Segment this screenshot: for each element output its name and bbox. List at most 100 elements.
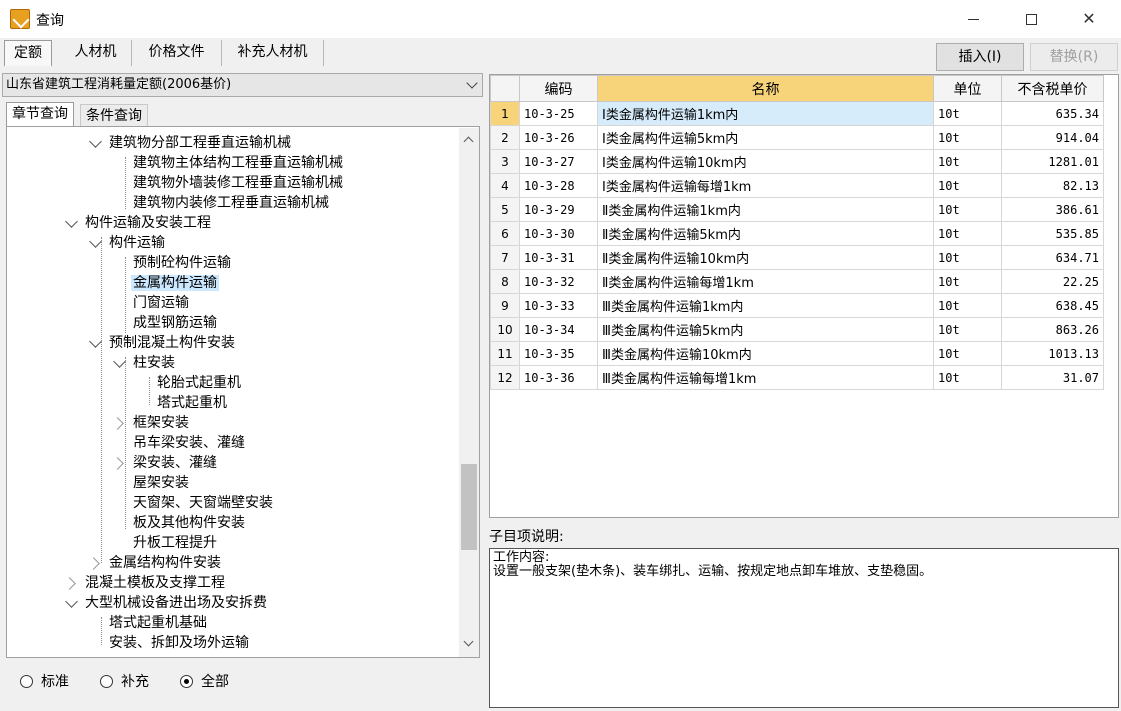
- tree-item-selected[interactable]: 金属构件运输: [131, 273, 219, 293]
- replace-button[interactable]: 替换(R): [1030, 43, 1118, 71]
- cell-name[interactable]: Ⅰ类金属构件运输1km内: [597, 101, 934, 126]
- cell-unit[interactable]: 10t: [933, 269, 1002, 294]
- tree-item[interactable]: 梁安装、灌缝: [111, 453, 219, 473]
- chevron-down-icon[interactable]: [65, 595, 78, 608]
- chevron-right-icon[interactable]: [63, 577, 76, 590]
- cell-name[interactable]: Ⅱ类金属构件运输10km内: [597, 245, 934, 270]
- cell-code[interactable]: 10-3-30: [519, 221, 598, 246]
- cell-price[interactable]: 1281.01: [1001, 149, 1104, 174]
- table-row[interactable]: 5 10-3-29 Ⅱ类金属构件运输1km内 10t 386.61: [490, 197, 1104, 222]
- row-number[interactable]: 12: [490, 365, 520, 390]
- tree-scrollbar[interactable]: [459, 128, 479, 657]
- tree-item[interactable]: 构件运输: [89, 233, 167, 253]
- table-row[interactable]: 8 10-3-32 Ⅱ类金属构件运输每增1km 10t 22.25: [490, 269, 1104, 294]
- cell-price[interactable]: 635.34: [1001, 101, 1104, 126]
- cell-unit[interactable]: 10t: [933, 173, 1002, 198]
- tree-item[interactable]: 塔式起重机: [155, 393, 229, 413]
- cell-unit[interactable]: 10t: [933, 341, 1002, 366]
- description-textarea[interactable]: 工作内容: 设置一般支架(垫木条)、装车绑扎、运输、按规定地点卸车堆放、支垫稳固…: [489, 548, 1119, 708]
- tree-item[interactable]: 安装、拆卸及场外运输: [107, 633, 251, 653]
- tree-item[interactable]: 建筑物内装修工程垂直运输机械: [131, 193, 331, 213]
- cell-code[interactable]: 10-3-36: [519, 365, 598, 390]
- cell-code[interactable]: 10-3-35: [519, 341, 598, 366]
- cell-unit[interactable]: 10t: [933, 221, 1002, 246]
- tree-item[interactable]: 吊车梁安装、灌缝: [131, 433, 247, 453]
- tree-item[interactable]: 混凝土模板及支撑工程: [63, 573, 227, 593]
- maximize-button[interactable]: [1008, 0, 1054, 38]
- tree-item[interactable]: 塔式起重机基础: [107, 613, 209, 633]
- tree-item[interactable]: 门窗运输: [131, 293, 191, 313]
- insert-button[interactable]: 插入(I): [936, 43, 1024, 71]
- row-number[interactable]: 9: [490, 293, 520, 318]
- cell-unit[interactable]: 10t: [933, 149, 1002, 174]
- tab-price-file[interactable]: 价格文件: [132, 40, 222, 66]
- cell-code[interactable]: 10-3-33: [519, 293, 598, 318]
- cell-code[interactable]: 10-3-28: [519, 173, 598, 198]
- chapter-tree[interactable]: 建筑物分部工程垂直运输机械 建筑物主体结构工程垂直运输机械 建筑物外墙装修工程垂…: [6, 126, 480, 658]
- tree-item[interactable]: 建筑物分部工程垂直运输机械: [89, 133, 293, 153]
- tree-item[interactable]: 预制砼构件运输: [131, 253, 233, 273]
- cell-price[interactable]: 863.26: [1001, 317, 1104, 342]
- minimize-button[interactable]: [950, 0, 996, 38]
- cell-name[interactable]: Ⅲ类金属构件运输5km内: [597, 317, 934, 342]
- cell-code[interactable]: 10-3-34: [519, 317, 598, 342]
- close-button[interactable]: ✕: [1066, 0, 1112, 38]
- tree-item[interactable]: 轮胎式起重机: [155, 373, 243, 393]
- row-number[interactable]: 1: [490, 101, 520, 126]
- tree-item[interactable]: 建筑物主体结构工程垂直运输机械: [131, 153, 345, 173]
- cell-unit[interactable]: 10t: [933, 317, 1002, 342]
- cell-price[interactable]: 535.85: [1001, 221, 1104, 246]
- row-number[interactable]: 5: [490, 197, 520, 222]
- cell-name[interactable]: Ⅰ类金属构件运输5km内: [597, 125, 934, 150]
- quota-library-select[interactable]: 山东省建筑工程消耗量定额(2006基价): [2, 73, 483, 97]
- cell-price[interactable]: 638.45: [1001, 293, 1104, 318]
- tree-item[interactable]: 构件运输及安装工程: [65, 213, 213, 233]
- radio-supplementary[interactable]: 补充: [100, 670, 149, 694]
- chevron-up-icon[interactable]: [463, 136, 474, 147]
- chevron-down-icon[interactable]: [65, 215, 78, 228]
- tree-item[interactable]: 建筑物外墙装修工程垂直运输机械: [131, 173, 345, 193]
- row-number[interactable]: 10: [490, 317, 520, 342]
- cell-price[interactable]: 1013.13: [1001, 341, 1104, 366]
- cell-price[interactable]: 386.61: [1001, 197, 1104, 222]
- chevron-right-icon[interactable]: [111, 457, 124, 470]
- chevron-down-icon[interactable]: [89, 135, 102, 148]
- row-number[interactable]: 11: [490, 341, 520, 366]
- scrollbar-thumb[interactable]: [461, 464, 477, 550]
- chevron-down-icon[interactable]: [89, 235, 102, 248]
- row-number[interactable]: 4: [490, 173, 520, 198]
- column-header-price[interactable]: 不含税单价: [1001, 75, 1104, 102]
- tree-item[interactable]: 板及其他构件安装: [131, 513, 247, 533]
- table-row[interactable]: 7 10-3-31 Ⅱ类金属构件运输10km内 10t 634.71: [490, 245, 1104, 270]
- table-row[interactable]: 9 10-3-33 Ⅲ类金属构件运输1km内 10t 638.45: [490, 293, 1104, 318]
- tree-item[interactable]: 成型钢筋运输: [131, 313, 219, 333]
- cell-name[interactable]: Ⅱ类金属构件运输1km内: [597, 197, 934, 222]
- tree-item[interactable]: 升板工程提升: [131, 533, 219, 553]
- cell-code[interactable]: 10-3-32: [519, 269, 598, 294]
- chevron-down-icon[interactable]: [89, 335, 102, 348]
- table-row[interactable]: 3 10-3-27 Ⅰ类金属构件运输10km内 10t 1281.01: [490, 149, 1104, 174]
- cell-code[interactable]: 10-3-26: [519, 125, 598, 150]
- table-row[interactable]: 11 10-3-35 Ⅲ类金属构件运输10km内 10t 1013.13: [490, 341, 1104, 366]
- chevron-down-icon[interactable]: [113, 355, 126, 368]
- cell-code[interactable]: 10-3-25: [519, 101, 598, 126]
- tree-item[interactable]: 大型机械设备进出场及安拆费: [65, 593, 269, 613]
- tab-condition-query[interactable]: 条件查询: [80, 104, 148, 126]
- column-header-code[interactable]: 编码: [519, 75, 598, 102]
- table-row[interactable]: 1 10-3-25 Ⅰ类金属构件运输1km内 10t 635.34: [490, 101, 1104, 126]
- cell-price[interactable]: 82.13: [1001, 173, 1104, 198]
- cell-name[interactable]: Ⅰ类金属构件运输10km内: [597, 149, 934, 174]
- cell-code[interactable]: 10-3-29: [519, 197, 598, 222]
- cell-name[interactable]: Ⅰ类金属构件运输每增1km: [597, 173, 934, 198]
- chevron-right-icon[interactable]: [87, 557, 100, 570]
- cell-unit[interactable]: 10t: [933, 245, 1002, 270]
- cell-price[interactable]: 31.07: [1001, 365, 1104, 390]
- table-row[interactable]: 4 10-3-28 Ⅰ类金属构件运输每增1km 10t 82.13: [490, 173, 1104, 198]
- cell-unit[interactable]: 10t: [933, 101, 1002, 126]
- cell-unit[interactable]: 10t: [933, 365, 1002, 390]
- radio-all[interactable]: 全部: [180, 670, 229, 694]
- row-number[interactable]: 6: [490, 221, 520, 246]
- row-number[interactable]: 3: [490, 149, 520, 174]
- cell-name[interactable]: Ⅲ类金属构件运输每增1km: [597, 365, 934, 390]
- column-header-unit[interactable]: 单位: [933, 75, 1002, 102]
